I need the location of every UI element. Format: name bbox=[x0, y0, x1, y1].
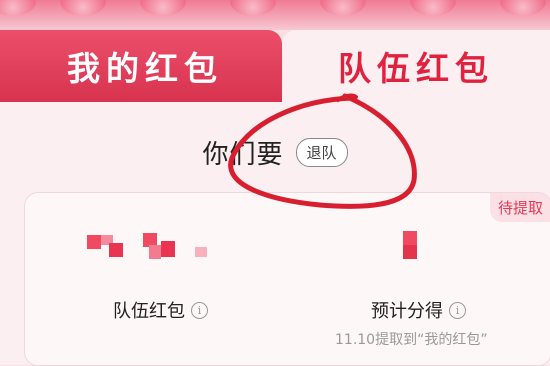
tab-team-redpacket[interactable]: 队伍红包 bbox=[282, 30, 550, 102]
decoration bbox=[410, 0, 456, 16]
tab-team-redpacket-label: 队伍红包 bbox=[338, 49, 494, 88]
info-icon[interactable]: i bbox=[449, 301, 466, 319]
team-name: 你们要 bbox=[202, 139, 284, 170]
withdraw-note: 11.10提取到“我的红包” bbox=[335, 332, 488, 348]
expected-share-label: 预计分得 i bbox=[371, 297, 466, 323]
leave-team-button[interactable]: 退队 bbox=[295, 137, 348, 167]
info-icon[interactable]: i bbox=[191, 301, 208, 319]
status-badge: 待提取 bbox=[489, 193, 550, 222]
decoration bbox=[230, 0, 276, 16]
decoration bbox=[0, 0, 36, 16]
team-redpacket-label: 队伍红包 i bbox=[113, 297, 208, 323]
decorative-header-strip bbox=[0, 0, 550, 30]
decoration bbox=[500, 0, 546, 16]
decoration bbox=[320, 0, 366, 16]
team-redpacket-panel: 你们要 退队 待提取 队伍红包 i 预计分得 i 11.10提取到“我的红包” bbox=[0, 102, 550, 366]
decoration bbox=[140, 0, 186, 16]
team-redpacket-amount-censored bbox=[87, 231, 217, 259]
expected-share-amount-censored bbox=[403, 229, 423, 259]
tab-my-redpacket-label: 我的红包 bbox=[67, 49, 223, 88]
team-header: 你们要 退队 bbox=[0, 132, 550, 172]
redpacket-card: 待提取 队伍红包 i 预计分得 i 11.10提取到“我的红包” bbox=[24, 192, 550, 366]
tab-my-redpacket[interactable]: 我的红包 bbox=[0, 30, 282, 102]
decoration bbox=[60, 0, 106, 16]
